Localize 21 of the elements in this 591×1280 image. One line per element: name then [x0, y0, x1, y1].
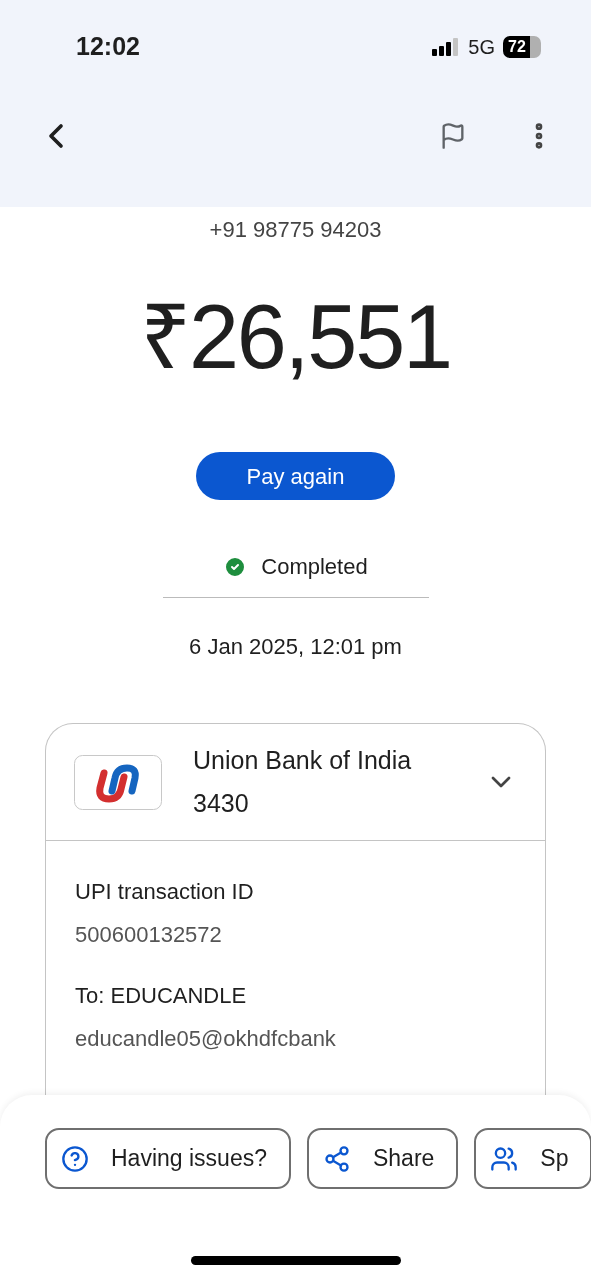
detail-label: To: EDUCANDLE	[75, 982, 248, 1010]
battery-indicator: 72	[503, 35, 541, 58]
status-time: 12:02	[76, 31, 140, 62]
amount: ₹26,551	[140, 292, 451, 382]
signal-icon	[432, 37, 461, 56]
action-button[interactable]: Sp	[474, 1128, 591, 1189]
phone-number: +91 98775 94203	[209, 216, 382, 244]
help-icon	[61, 1144, 89, 1173]
detail-label: UPI transaction ID	[75, 878, 255, 906]
pay-again-button[interactable]: Pay again	[196, 452, 395, 500]
detail-value: educandle05@okhdfcbank	[75, 1025, 337, 1053]
status-label: Completed	[261, 553, 368, 581]
transaction-date: 6 Jan 2025, 12:01 pm	[189, 633, 402, 661]
bank-name: Union Bank of India	[193, 744, 413, 776]
network-label: 5G	[468, 34, 495, 60]
detail-value: 500600132572	[75, 921, 223, 949]
action-button[interactable]: Share	[306, 1128, 459, 1189]
action-button[interactable]: Having issues?	[45, 1128, 291, 1189]
account-number: 3430	[193, 788, 250, 819]
share-icon	[322, 1144, 351, 1173]
split-icon	[490, 1144, 519, 1173]
